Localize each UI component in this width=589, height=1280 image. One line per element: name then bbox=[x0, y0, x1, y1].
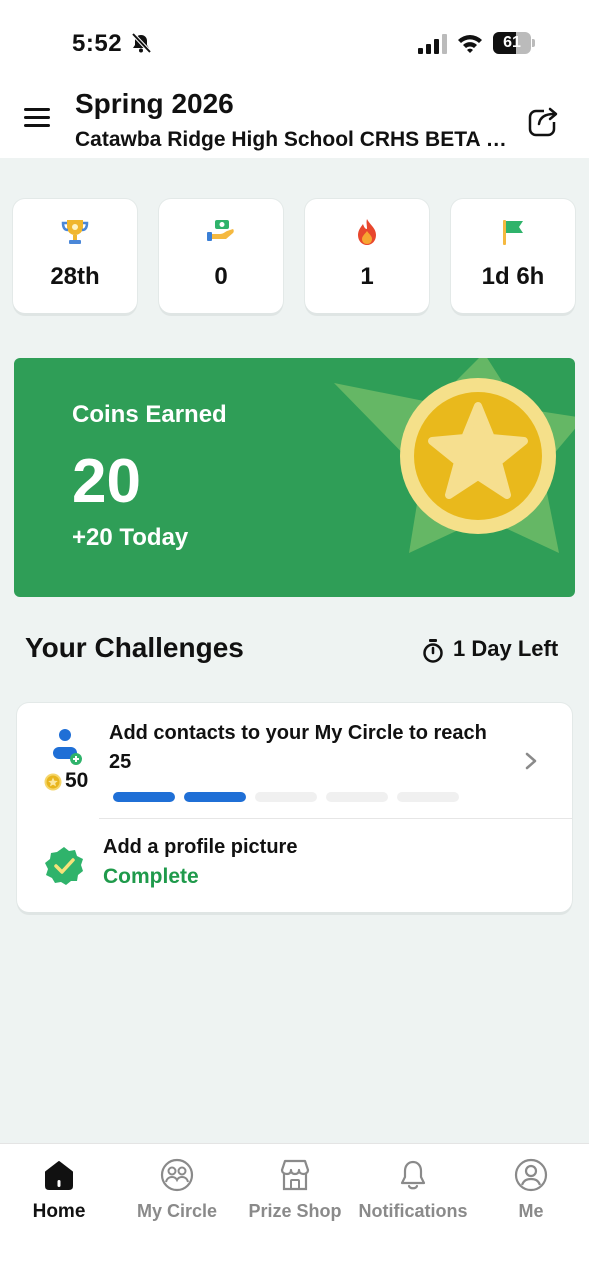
challenge-progress bbox=[113, 792, 473, 802]
status-bar: 5:52 61 bbox=[0, 0, 589, 88]
stats-row: 28th 0 1 1d 6h bbox=[13, 199, 576, 313]
challenges-time-left: 1 Day Left bbox=[453, 636, 559, 661]
coins-today: +20 Today bbox=[72, 524, 189, 551]
progress-segment bbox=[255, 792, 317, 802]
tab-label: Prize Shop bbox=[248, 1201, 342, 1221]
page-subtitle: Catawba Ridge High School CRHS BETA Club bbox=[75, 128, 515, 151]
coins-value: 20 bbox=[72, 447, 141, 516]
stat-value: 1 bbox=[360, 263, 374, 290]
tab-label: Notifications bbox=[358, 1201, 468, 1221]
share-icon[interactable] bbox=[527, 104, 561, 138]
coins-earned-card[interactable]: Coins Earned 20 +20 Today bbox=[14, 358, 575, 597]
progress-segment bbox=[184, 792, 246, 802]
stopwatch-icon bbox=[423, 639, 443, 663]
challenges-card: 50 Add contacts to your My Circle to rea… bbox=[17, 703, 572, 912]
progress-segment bbox=[397, 792, 459, 802]
battery-indicator: 61 bbox=[493, 32, 535, 54]
tab-prize-shop[interactable]: Prize Shop bbox=[236, 1144, 354, 1244]
stat-card-rank[interactable]: 28th bbox=[13, 199, 137, 313]
progress-segment bbox=[326, 792, 388, 802]
tab-me[interactable]: Me bbox=[472, 1144, 589, 1244]
stat-value: 28th bbox=[50, 263, 100, 290]
star-coin-icon bbox=[334, 358, 575, 553]
challenge-text: Add contacts to your My Circle to reach … bbox=[109, 722, 487, 773]
stat-value: 0 bbox=[214, 263, 228, 290]
wifi-icon bbox=[458, 35, 482, 53]
progress-segment bbox=[113, 792, 175, 802]
tab-my-circle[interactable]: My Circle bbox=[118, 1144, 236, 1244]
bell-muted-icon bbox=[131, 32, 152, 54]
challenge-text: Add a profile picture bbox=[103, 836, 298, 858]
stat-card-time-remaining[interactable]: 1d 6h bbox=[451, 199, 575, 313]
trophy-icon bbox=[61, 220, 89, 244]
stat-card-streak[interactable]: 1 bbox=[305, 199, 429, 313]
tab-bar: Home My Circle Prize Shop Notifications bbox=[0, 1143, 589, 1280]
check-badge-icon bbox=[45, 847, 83, 885]
challenge-add-contacts[interactable]: 50 Add contacts to your My Circle to rea… bbox=[17, 703, 572, 818]
reward-value: 50 bbox=[65, 769, 89, 792]
challenge-status: Complete bbox=[103, 865, 199, 888]
coin-icon bbox=[44, 773, 62, 791]
divider bbox=[99, 818, 572, 819]
tab-label: Me bbox=[518, 1201, 544, 1221]
status-time: 5:52 bbox=[72, 30, 123, 57]
flame-icon bbox=[358, 219, 376, 245]
stat-value: 1d 6h bbox=[481, 263, 545, 290]
tab-label: My Circle bbox=[136, 1201, 218, 1221]
cellular-signal-icon bbox=[418, 34, 447, 54]
stat-card-earnings[interactable]: 0 bbox=[159, 199, 283, 313]
group-icon bbox=[160, 1158, 194, 1192]
page-title: Spring 2026 bbox=[75, 88, 234, 119]
app-header: Spring 2026 Catawba Ridge High School CR… bbox=[0, 88, 589, 158]
add-contact-icon bbox=[53, 729, 82, 765]
shop-icon bbox=[280, 1159, 310, 1191]
tab-label: Home bbox=[32, 1201, 86, 1222]
bell-icon bbox=[400, 1160, 426, 1190]
flag-icon bbox=[503, 220, 523, 245]
battery-level: 61 bbox=[503, 34, 521, 51]
challenges-heading: Your Challenges bbox=[25, 632, 244, 663]
hand-money-icon bbox=[207, 220, 234, 241]
menu-button[interactable] bbox=[24, 108, 50, 132]
person-icon bbox=[514, 1158, 548, 1192]
tab-notifications[interactable]: Notifications bbox=[354, 1144, 472, 1244]
home-icon bbox=[45, 1161, 73, 1190]
coins-label: Coins Earned bbox=[72, 401, 227, 428]
tab-home[interactable]: Home bbox=[0, 1144, 118, 1244]
chevron-right-icon bbox=[525, 752, 537, 770]
